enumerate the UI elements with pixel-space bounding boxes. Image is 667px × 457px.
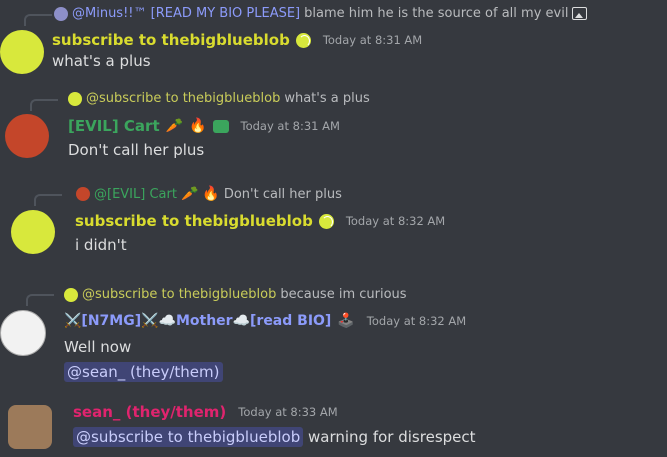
- message-1: @Minus!!™ [READ MY BIO PLEASE] blame him…: [0, 0, 667, 80]
- reply-author[interactable]: @Minus!!™ [READ MY BIO PLEASE]: [72, 6, 300, 21]
- avatar[interactable]: [5, 114, 49, 158]
- message-header: ⚔️[N7MG]⚔️☁️Mother☁️[read BIO] 🕹️ Today …: [64, 313, 466, 329]
- message-header: [EVIL] Cart 🥕 🔥 Today at 8:31 AM: [68, 117, 340, 135]
- fire-icon: 🔥: [202, 186, 220, 202]
- user-mention[interactable]: @subscribe to thebigblueblob: [73, 427, 304, 447]
- reply-preview[interactable]: @subscribe to thebigblueblob because im …: [64, 287, 407, 302]
- timestamp: Today at 8:33 AM: [238, 405, 338, 419]
- reply-author[interactable]: @subscribe to thebigblueblob: [82, 287, 276, 302]
- reply-avatar: [76, 187, 90, 201]
- message-2: @subscribe to thebigblueblob what's a pl…: [0, 85, 667, 175]
- message-header: sean_ (they/them) Today at 8:33 AM: [73, 403, 338, 421]
- avatar[interactable]: [0, 30, 44, 74]
- tennis-ball-icon: [295, 32, 311, 48]
- joystick-icon: 🕹️: [337, 313, 355, 329]
- message-4: @subscribe to thebigblueblob because im …: [0, 282, 667, 390]
- message-text: Don't call her plus: [68, 141, 205, 159]
- reply-text: what's a plus: [284, 91, 370, 106]
- reply-preview[interactable]: @Minus!!™ [READ MY BIO PLEASE] blame him…: [54, 6, 588, 21]
- fire-icon: 🔥: [189, 118, 207, 134]
- reply-text: blame him he is the source of all my evi…: [304, 6, 569, 21]
- reply-text: Don't call her plus: [223, 186, 342, 202]
- reply-connector: [26, 294, 54, 306]
- username[interactable]: ⚔️[N7MG]⚔️☁️Mother☁️[read BIO]: [64, 313, 331, 329]
- username[interactable]: subscribe to thebigblueblob: [52, 31, 290, 49]
- tennis-ball-icon: [318, 213, 334, 229]
- timestamp: Today at 8:32 AM: [366, 314, 467, 328]
- avatar[interactable]: [0, 310, 46, 356]
- message-header: subscribe to thebigblueblob Today at 8:3…: [75, 212, 445, 230]
- message-text: i didn't: [75, 236, 127, 254]
- reply-connector: [30, 99, 58, 111]
- username[interactable]: subscribe to thebigblueblob: [75, 212, 313, 230]
- message-text: Well now: [64, 338, 132, 356]
- timestamp: Today at 8:32 AM: [345, 214, 446, 228]
- message-mention-line: @sean_ (they/them): [64, 362, 223, 382]
- reply-author[interactable]: @[EVIL] Cart: [94, 187, 177, 202]
- timestamp: Today at 8:31 AM: [240, 119, 340, 133]
- timestamp: Today at 8:31 AM: [322, 33, 423, 47]
- reply-preview[interactable]: @subscribe to thebigblueblob what's a pl…: [68, 91, 370, 106]
- avatar[interactable]: [8, 405, 52, 449]
- reply-avatar: [64, 287, 78, 302]
- reply-connector: [24, 14, 52, 26]
- message-5: sean_ (they/them) Today at 8:33 AM @subs…: [0, 395, 667, 457]
- username[interactable]: [EVIL] Cart: [68, 117, 160, 135]
- reply-connector: [34, 194, 62, 206]
- message-header: subscribe to thebigblueblob Today at 8:3…: [52, 31, 422, 49]
- user-mention[interactable]: @sean_ (they/them): [64, 362, 223, 382]
- carrot-icon: 🥕: [180, 186, 199, 202]
- message-text: what's a plus: [52, 52, 151, 70]
- reply-avatar: [54, 6, 68, 21]
- reply-avatar: [68, 91, 82, 106]
- avatar[interactable]: [11, 210, 55, 254]
- reply-text: because im curious: [280, 287, 407, 302]
- username[interactable]: sean_ (they/them): [73, 403, 226, 421]
- reply-preview[interactable]: @[EVIL] Cart 🥕 🔥 Don't call her plus: [76, 186, 342, 202]
- image-icon: [572, 7, 588, 20]
- green-hat-icon: [212, 119, 229, 133]
- message-text: warning for disrespect: [308, 428, 476, 446]
- reply-author[interactable]: @subscribe to thebigblueblob: [86, 91, 280, 106]
- message-text-line: @subscribe to thebigblueblob warning for…: [73, 427, 476, 447]
- message-3: @[EVIL] Cart 🥕 🔥 Don't call her plus sub…: [0, 178, 667, 278]
- carrot-icon: 🥕: [165, 118, 184, 134]
